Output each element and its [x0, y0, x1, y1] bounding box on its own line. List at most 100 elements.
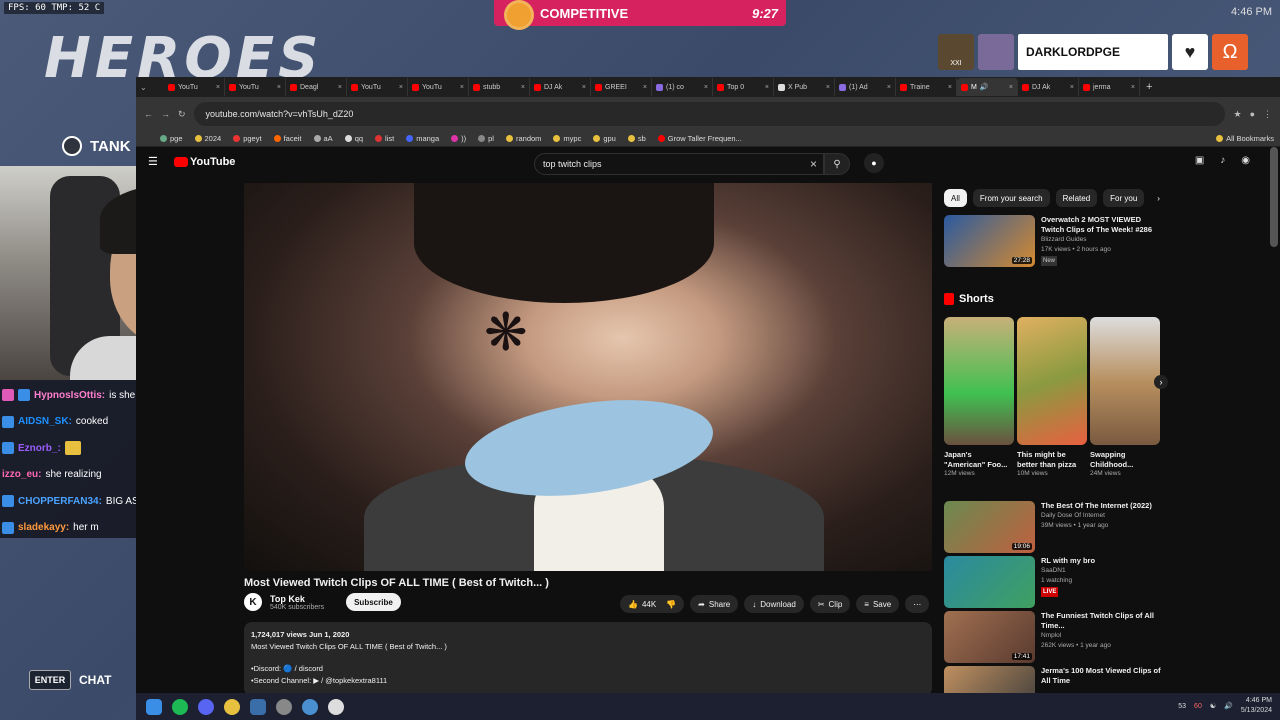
bookmark-item[interactable]: aA	[313, 134, 333, 143]
close-icon[interactable]: ×	[1009, 84, 1013, 91]
download-button[interactable]: ↓ Download	[744, 595, 804, 613]
desc-discord[interactable]: •Discord: 🔵 / discord	[251, 663, 925, 675]
chevron-right-icon[interactable]: ›	[1154, 375, 1168, 389]
chip-for-you[interactable]: For you	[1103, 189, 1145, 207]
chrome-icon[interactable]	[224, 698, 240, 715]
close-icon[interactable]: ×	[643, 84, 647, 91]
close-icon[interactable]: ×	[338, 84, 342, 91]
app-icon[interactable]	[302, 698, 318, 715]
bookmark-item[interactable]: random	[505, 134, 541, 143]
browser-tab-active[interactable]: M 🔊 ×	[957, 78, 1018, 96]
browser-tab[interactable]: DJ Ak ×	[530, 78, 591, 96]
browser-tab[interactable]: jerma ×	[1079, 78, 1140, 96]
bookmark-item[interactable]: pgeyt	[233, 134, 262, 143]
desc-second-channel[interactable]: •Second Channel: ▶ / @topkekextra8111	[251, 675, 925, 687]
avatar[interactable]: ◉	[1241, 155, 1250, 166]
back-icon[interactable]: ←	[144, 109, 153, 119]
bookmark-item[interactable]: ))	[451, 134, 466, 143]
chevron-right-icon[interactable]: ›	[1150, 189, 1167, 207]
close-icon[interactable]: ×	[1070, 84, 1074, 91]
recommended-video[interactable]: Jerma's 100 Most Viewed Clips of All Tim…	[944, 666, 1161, 693]
all-bookmarks[interactable]: All Bookmarks	[1216, 134, 1280, 143]
browser-tab[interactable]: Deagl ×	[286, 78, 347, 96]
forward-icon[interactable]: →	[161, 109, 170, 119]
close-icon[interactable]: ×	[460, 84, 464, 91]
browser-tab[interactable]: YouTu ×	[225, 78, 286, 96]
windows-start-icon[interactable]	[146, 698, 162, 715]
browser-tab[interactable]: YouTu ×	[164, 78, 225, 96]
close-icon[interactable]: ×	[826, 84, 830, 91]
menu-icon[interactable]: ⋮	[1263, 109, 1272, 120]
video-thumbnail[interactable]	[944, 556, 1035, 608]
bookmark-item[interactable]: manga	[406, 134, 439, 143]
browser-tab[interactable]: X Pub ×	[774, 78, 835, 96]
overwatch-icon[interactable]	[328, 698, 344, 715]
chat-user[interactable]: CHOPPERFAN34:	[18, 496, 102, 507]
browser-tab[interactable]: DJ Ak ×	[1018, 78, 1079, 96]
chat-user[interactable]: sladekayy:	[18, 522, 69, 533]
bookmark-item[interactable]: 2024	[194, 134, 221, 143]
recommended-video[interactable]: RL with my bro SaaDN1 1 watching LIVE	[944, 556, 1161, 608]
reload-icon[interactable]: ↻	[178, 109, 186, 120]
chip-related[interactable]: Related	[1055, 189, 1098, 207]
video-thumbnail[interactable]: 27:28	[944, 215, 1035, 267]
thumbs-down-icon[interactable]: 👎	[666, 600, 676, 609]
close-icon[interactable]: ×	[582, 84, 586, 91]
bookmark-item[interactable]: pge	[160, 134, 183, 143]
recommended-video[interactable]: 19:06 The Best Of The Internet (2022) Dai…	[944, 501, 1161, 553]
bookmark-item[interactable]: sb	[627, 134, 646, 143]
bookmark-item[interactable]: list	[375, 134, 394, 143]
profile-icon[interactable]: ●	[1250, 109, 1255, 119]
chat-user[interactable]: izzo_eu:	[2, 469, 41, 480]
browser-tab[interactable]: (1) co ×	[652, 78, 713, 96]
share-button[interactable]: ➦ Share	[690, 595, 739, 613]
close-icon[interactable]: ×	[216, 84, 220, 91]
video-thumbnail[interactable]: 17:41	[944, 611, 1035, 663]
youtube-logo[interactable]: YouTube	[174, 156, 235, 168]
search-button[interactable]: ⚲	[824, 153, 850, 175]
chat-user[interactable]: Eznorb_:	[18, 443, 61, 454]
video-player[interactable]: ❋	[244, 183, 932, 571]
browser-tab[interactable]: Top 0 ×	[713, 78, 774, 96]
bookmark-item[interactable]: qq	[344, 134, 363, 143]
recommended-video[interactable]: 17:41 The Funniest Twitch Clips of All T…	[944, 611, 1161, 663]
system-clock[interactable]: 4:46 PM 5/13/2024	[1241, 696, 1272, 716]
close-icon[interactable]: ×	[521, 84, 525, 91]
short-item[interactable]: This might be better than pizza 10M view…	[1017, 317, 1087, 477]
chip-all[interactable]: All	[944, 189, 967, 207]
close-icon[interactable]: ×	[887, 84, 891, 91]
chat-user[interactable]: AIDSN_SK:	[18, 416, 72, 427]
video-thumbnail[interactable]	[944, 666, 1035, 693]
spotify-icon[interactable]	[172, 698, 188, 715]
browser-tab[interactable]: YouTu ×	[408, 78, 469, 96]
short-thumbnail[interactable]	[1017, 317, 1087, 445]
browser-tab[interactable]: YouTu ×	[347, 78, 408, 96]
discord-icon[interactable]	[198, 698, 214, 715]
more-button[interactable]: ⋯	[905, 595, 930, 613]
group-icon[interactable]: ♥	[1172, 34, 1208, 70]
tab-search-icon[interactable]: ⌄	[140, 83, 164, 92]
wifi-icon[interactable]: ☯	[1210, 702, 1216, 710]
bookmark-item[interactable]: pl	[478, 134, 494, 143]
bookmark-item[interactable]: faceit	[273, 134, 302, 143]
new-tab-icon[interactable]: +	[1146, 81, 1152, 93]
browser-tab[interactable]: GREEI ×	[591, 78, 652, 96]
url-input[interactable]: youtube.com/watch?v=vhTsUh_dZ20	[193, 102, 1226, 126]
browser-tab[interactable]: (1) Ad ×	[835, 78, 896, 96]
like-button[interactable]: 👍 44K 👎	[620, 595, 685, 613]
close-icon[interactable]: ×	[277, 84, 281, 91]
recommended-video[interactable]: 27:28 Overwatch 2 MOST VIEWED Twitch Cli…	[944, 215, 1161, 267]
browser-tab[interactable]: stubb ×	[469, 78, 530, 96]
save-button[interactable]: ≡ Save	[856, 595, 900, 613]
short-item[interactable]: Swapping Childhood... 24M views	[1090, 317, 1160, 477]
extensions-icon[interactable]: ★	[1233, 109, 1241, 120]
channel-name[interactable]: Top Kek	[270, 594, 324, 604]
close-icon[interactable]: ×	[948, 84, 952, 91]
close-icon[interactable]: ×	[399, 84, 403, 91]
browser-tab[interactable]: Traine ×	[896, 78, 957, 96]
short-thumbnail[interactable]	[1090, 317, 1160, 445]
close-icon[interactable]: ×	[765, 84, 769, 91]
close-icon[interactable]: ×	[704, 84, 708, 91]
steam-icon[interactable]	[276, 698, 292, 715]
subscribe-button[interactable]: Subscribe	[346, 593, 401, 611]
